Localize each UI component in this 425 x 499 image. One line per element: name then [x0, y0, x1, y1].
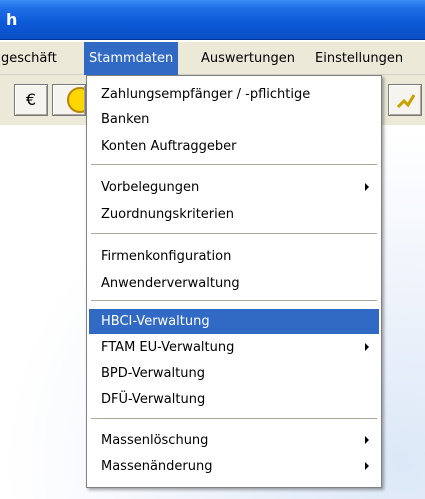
- menu-stammdaten[interactable]: Stammdaten: [84, 42, 179, 75]
- menu-auswertungen[interactable]: Auswertungen: [196, 42, 300, 75]
- edit-button[interactable]: [388, 84, 422, 116]
- window-title: h: [6, 10, 18, 29]
- title-bar: h: [0, 0, 425, 40]
- menu-item-massenaenderung[interactable]: Massenänderung: [89, 454, 379, 479]
- menu-geschaeft[interactable]: geschäft: [0, 42, 62, 75]
- menu-bar: geschäft Stammdaten Auswertungen Einstel…: [0, 42, 425, 75]
- menu-item-massenloeschung[interactable]: Massenlöschung: [89, 428, 379, 453]
- edit-icon: [396, 94, 416, 109]
- stammdaten-menu: Zahlungsempfänger / -pflichtige Banken K…: [86, 75, 382, 488]
- menu-item-ftam-eu-verwaltung[interactable]: FTAM EU-Verwaltung: [89, 335, 379, 360]
- euro-icon: €: [25, 90, 37, 109]
- menu-item-hbci-verwaltung[interactable]: HBCI-Verwaltung: [89, 309, 379, 334]
- menu-separator: [91, 418, 377, 420]
- submenu-arrow-icon: [365, 183, 369, 191]
- submenu-arrow-icon: [365, 343, 369, 351]
- submenu-arrow-icon: [365, 436, 369, 444]
- coin-icon: [67, 87, 93, 113]
- menu-item-dfue-verwaltung[interactable]: DFÜ-Verwaltung: [89, 387, 379, 412]
- menu-item-zahlungsempfaenger[interactable]: Zahlungsempfänger / -pflichtige: [89, 82, 379, 107]
- menu-item-vorbelegungen[interactable]: Vorbelegungen: [89, 175, 379, 200]
- menu-item-label: Massenänderung: [101, 459, 213, 474]
- menu-item-label: FTAM EU-Verwaltung: [101, 340, 235, 355]
- menu-item-label: Massenlöschung: [101, 433, 209, 448]
- menu-item-zuordnungskriterien[interactable]: Zuordnungskriterien: [89, 202, 379, 227]
- menu-separator: [91, 300, 377, 302]
- menu-item-label: Vorbelegungen: [101, 180, 200, 195]
- menu-item-anwenderverwaltung[interactable]: Anwenderverwaltung: [89, 271, 379, 296]
- menu-separator: [91, 233, 377, 235]
- submenu-arrow-icon: [365, 462, 369, 470]
- menu-item-konten-auftraggeber[interactable]: Konten Auftraggeber: [89, 134, 379, 159]
- menu-item-banken[interactable]: Banken: [89, 107, 379, 132]
- euro-button[interactable]: €: [14, 84, 48, 116]
- menu-item-bpd-verwaltung[interactable]: BPD-Verwaltung: [89, 361, 379, 386]
- menu-separator: [91, 164, 377, 166]
- menu-einstellungen[interactable]: Einstellungen: [310, 42, 408, 75]
- coin-button[interactable]: [52, 84, 93, 116]
- menu-item-firmenkonfiguration[interactable]: Firmenkonfiguration: [89, 244, 379, 269]
